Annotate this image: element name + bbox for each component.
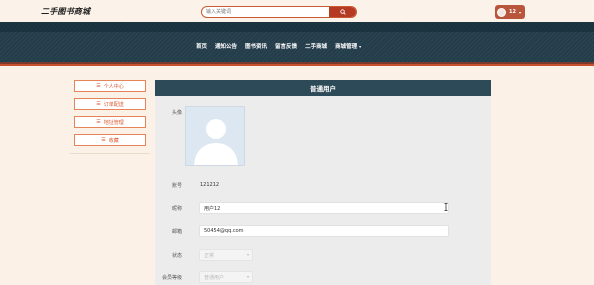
user-menu-button[interactable]: 12 ▾ bbox=[495, 5, 525, 19]
nickname-value: 用户12 bbox=[204, 205, 221, 212]
sidebar-divider bbox=[70, 153, 150, 154]
nav-item-secondhand-mall[interactable]: 二手商城 bbox=[305, 42, 327, 50]
list-icon: ☰ bbox=[96, 83, 101, 89]
chevron-down-icon: ▾ bbox=[518, 9, 521, 15]
nickname-label: 昵称 bbox=[171, 206, 182, 212]
chevron-down-icon: ▾ bbox=[359, 44, 362, 49]
member-level-label: 会员等级 bbox=[161, 275, 182, 281]
band-divider-accent bbox=[0, 64, 594, 66]
search-icon bbox=[339, 9, 346, 15]
nav-item-home[interactable]: 首页 bbox=[196, 42, 207, 50]
nav-item-mall-management-label: 商城管理 bbox=[335, 44, 358, 50]
account-label: 账号 bbox=[171, 183, 182, 189]
chevron-down-icon: ▾ bbox=[246, 252, 249, 257]
avatar-label: 头像 bbox=[171, 110, 182, 116]
panel-header: 普通用户 bbox=[155, 80, 491, 96]
list-icon: ☰ bbox=[96, 119, 101, 125]
nav-item-book-news[interactable]: 图书资讯 bbox=[245, 42, 267, 50]
search-button[interactable] bbox=[329, 7, 356, 17]
avatar-upload[interactable] bbox=[185, 106, 245, 166]
email-value: 50454@qq.com bbox=[204, 228, 244, 234]
search-input[interactable] bbox=[202, 7, 331, 17]
account-value: 121212 bbox=[200, 182, 220, 188]
sidebar-item-address[interactable]: ☰ 地址管理 bbox=[74, 116, 146, 128]
nav-item-feedback[interactable]: 留言反馈 bbox=[275, 42, 297, 50]
status-value: 正常 bbox=[204, 252, 215, 259]
sidebar-item-label: 地址管理 bbox=[103, 119, 124, 126]
sidebar-item-profile[interactable]: ☰ 个人中心 bbox=[74, 80, 146, 92]
nav-item-notices[interactable]: 通知公告 bbox=[215, 42, 237, 50]
nav-band: 首页 通知公告 图书资讯 留言反馈 二手商城 商城管理 ▾ bbox=[0, 22, 594, 66]
top-header: 二手图书商城 12 ▾ bbox=[0, 0, 594, 22]
user-name: 12 bbox=[509, 9, 516, 15]
band-shade bbox=[0, 22, 594, 32]
nickname-field[interactable]: 用户12 bbox=[199, 202, 449, 214]
status-select[interactable]: 正常 ▾ bbox=[199, 249, 253, 261]
member-level-select[interactable]: 普通用户 ▾ bbox=[199, 271, 253, 283]
status-label: 状态 bbox=[171, 253, 182, 259]
avatar bbox=[497, 7, 506, 17]
user-placeholder-icon bbox=[194, 119, 238, 165]
site-logo[interactable]: 二手图书商城 bbox=[41, 6, 90, 17]
email-label: 邮箱 bbox=[171, 229, 182, 235]
sidebar-item-favorites[interactable]: ☰ 收藏 bbox=[74, 134, 146, 146]
main-nav: 首页 通知公告 图书资讯 留言反馈 二手商城 商城管理 ▾ bbox=[196, 42, 361, 50]
list-icon: ☰ bbox=[101, 137, 106, 143]
sidebar-item-label: 收藏 bbox=[108, 137, 119, 144]
page-title: 普通用户 bbox=[310, 85, 336, 93]
sidebar-item-label: 个人中心 bbox=[103, 83, 124, 90]
sidebar-item-orders[interactable]: ☰ 订单配送 bbox=[74, 98, 146, 110]
text-cursor-icon bbox=[444, 203, 448, 211]
sidebar-item-label: 订单配送 bbox=[103, 101, 124, 108]
list-icon: ☰ bbox=[96, 101, 101, 107]
nav-item-mall-management[interactable]: 商城管理 ▾ bbox=[335, 42, 361, 50]
member-level-value: 普通用户 bbox=[204, 274, 225, 281]
search-box bbox=[201, 6, 357, 18]
email-field[interactable]: 50454@qq.com bbox=[199, 225, 449, 237]
chevron-down-icon: ▾ bbox=[246, 274, 249, 279]
